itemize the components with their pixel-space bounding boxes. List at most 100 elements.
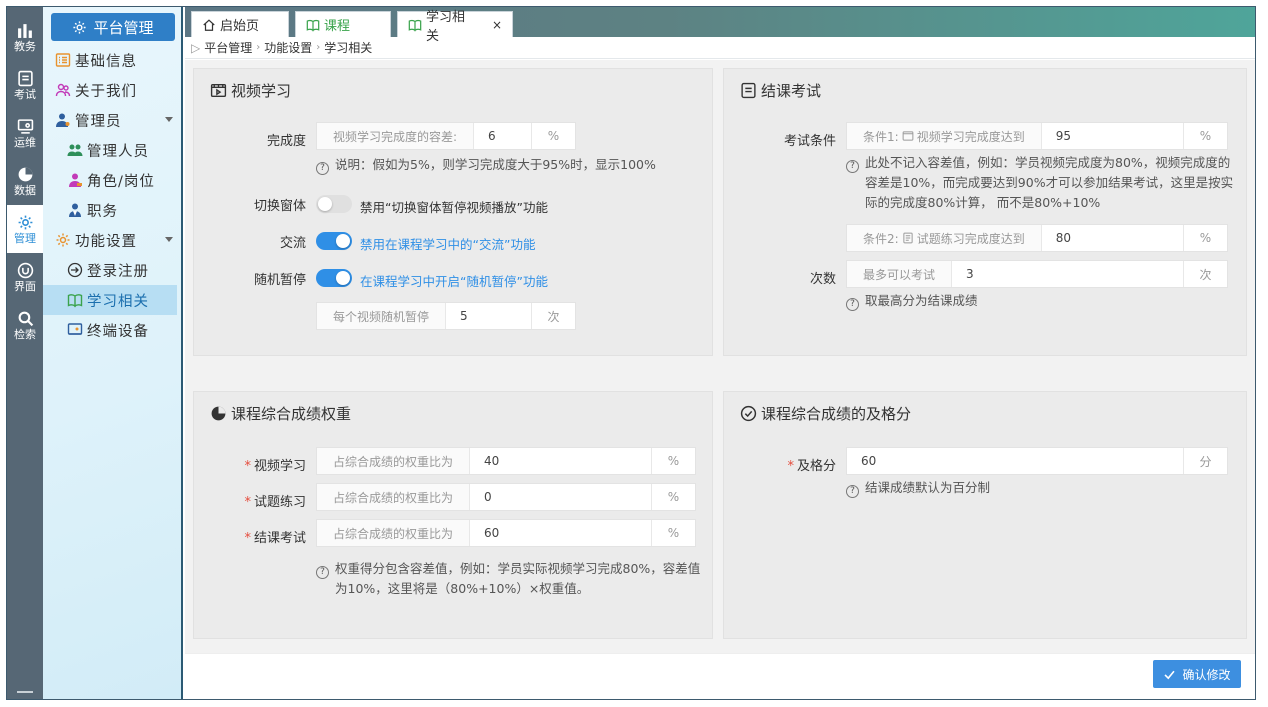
rail-item-data[interactable]: 数据 xyxy=(7,157,43,205)
exam-condition-label: 考试条件 xyxy=(783,134,836,149)
sidebar-item-terminal[interactable]: 终端设备 xyxy=(43,315,181,345)
users-outline-icon xyxy=(55,83,71,97)
panel-title: 课程综合成绩权重 xyxy=(210,403,351,424)
tab-home[interactable]: 启始页 xyxy=(191,11,289,37)
check-circle-icon xyxy=(740,405,757,422)
weight-exam-label: * 结课考试 xyxy=(244,531,306,546)
tab-course[interactable]: 课程 xyxy=(295,11,391,37)
rail-item-ops[interactable]: 运维 xyxy=(7,109,43,157)
completion-input-group: 视频学习完成度的容差: 6 % xyxy=(316,122,576,150)
panel-title: 结课考试 xyxy=(740,80,821,101)
app-window: 教务 考试 运维 数据 管理 界面 检索 平台管理 基础信息 关于我们 管理员 … xyxy=(6,6,1256,700)
panel-title-label: 视频学习 xyxy=(231,82,292,100)
condition2-suffix: % xyxy=(1183,225,1227,251)
weight-video-prefix: 占综合成绩的权重比为 xyxy=(317,448,471,474)
rail-divider xyxy=(17,691,33,693)
sidebar-item-learning[interactable]: 学习相关 xyxy=(43,285,177,315)
weight-exercise-suffix: % xyxy=(651,484,695,510)
sidebar-item-label: 基础信息 xyxy=(75,53,137,70)
weight-exam-suffix: % xyxy=(651,520,695,546)
rail-item-exam[interactable]: 考试 xyxy=(7,61,43,109)
exam-times-note-text: 取最高分为结课成绩 xyxy=(865,293,978,308)
random-pause-label: 随机暂停 xyxy=(253,273,306,288)
completion-tolerance-input[interactable]: 6 xyxy=(474,123,531,149)
breadcrumb-item: 学习相关 xyxy=(324,41,373,55)
sidebar-item-about[interactable]: 关于我们 xyxy=(43,75,181,105)
close-icon[interactable]: × xyxy=(492,18,502,32)
check-icon xyxy=(1164,670,1176,679)
confirm-button-label: 确认修改 xyxy=(1182,667,1231,682)
book-icon xyxy=(306,19,320,31)
tab-bar: 启始页 课程 学习相关 × xyxy=(185,7,1255,44)
completion-note: ? 说明：假如为5%，则学习完成度大于95%时，显示100% xyxy=(316,155,656,175)
search-icon xyxy=(18,311,33,326)
switch-window-toggle[interactable] xyxy=(316,195,352,213)
pause-count-prefix: 每个视频随机暂停 xyxy=(317,303,447,329)
sidebar-item-login-register[interactable]: 登录注册 xyxy=(43,255,181,285)
condition1-input[interactable]: 95 xyxy=(1042,123,1183,149)
sidebar-item-label: 登录注册 xyxy=(87,263,149,280)
weight-exam-input[interactable]: 60 xyxy=(470,520,651,546)
weight-exercise-input[interactable]: 0 xyxy=(470,484,651,510)
sidebar-item-label: 职务 xyxy=(87,203,118,220)
pause-count-input-group: 每个视频随机暂停 5 次 xyxy=(316,302,576,330)
tab-learning[interactable]: 学习相关 × xyxy=(397,10,513,44)
condition2-input[interactable]: 80 xyxy=(1042,225,1183,251)
rail-item-ui[interactable]: 界面 xyxy=(7,253,43,301)
panel-title-label: 课程综合成绩的及格分 xyxy=(761,405,912,423)
sidebar-item-managers[interactable]: 管理人员 xyxy=(43,135,181,165)
pass-score-label: * 及格分 xyxy=(787,459,836,474)
sidebar-item-basic-info[interactable]: 基础信息 xyxy=(43,45,181,75)
completion-note-text: 说明：假如为5%，则学习完成度大于95%时，显示100% xyxy=(335,157,656,172)
gear-icon xyxy=(73,20,87,34)
rail-item-manage[interactable]: 管理 xyxy=(7,205,43,253)
exchange-label: 交流 xyxy=(279,236,306,251)
switch-window-text: 禁用“切换窗体暂停视频播放”功能 xyxy=(360,200,548,215)
sidebar-item-admin[interactable]: 管理员 xyxy=(43,105,181,135)
breadcrumb-sep-icon: › xyxy=(256,42,261,53)
weight-video-input[interactable]: 40 xyxy=(470,448,651,474)
rail-item-search[interactable]: 检索 xyxy=(7,301,43,349)
main-content: 视频学习 完成度 视频学习完成度的容差: 6 % ? 说明：假如为5%，则学习完成… xyxy=(185,60,1255,699)
video-icon xyxy=(902,131,914,141)
confirm-button[interactable]: 确认修改 xyxy=(1153,660,1241,688)
sidebar-title-label: 平台管理 xyxy=(93,18,154,37)
panel-video-learning: 视频学习 完成度 视频学习完成度的容差: 6 % ? 说明：假如为5%，则学习完成… xyxy=(193,68,713,356)
condition1-note-line: 容差是10%，而完成要达到90%才可以参加结果考试，这里是按实 xyxy=(865,175,1234,190)
sidebar-item-feature-settings[interactable]: 功能设置 xyxy=(43,225,181,255)
login-icon xyxy=(67,262,83,278)
question-icon: ? xyxy=(846,160,859,173)
breadcrumb-item[interactable]: 平台管理 xyxy=(204,39,252,56)
breadcrumb-item[interactable]: 功能设置 xyxy=(264,39,312,56)
pie-icon xyxy=(18,167,32,181)
pass-score-suffix: 分 xyxy=(1183,448,1227,474)
pass-score-input[interactable]: 60 xyxy=(847,448,1183,474)
sidebar-item-duty[interactable]: 职务 xyxy=(43,195,181,225)
sidebar-item-label: 管理人员 xyxy=(87,143,149,160)
exam-times-input[interactable]: 3 xyxy=(952,261,1183,287)
panel-pass-score: 课程综合成绩的及格分 * 及格分 60 分 ? 结课成绩默认为百分制 xyxy=(723,391,1247,639)
rail-label: 教务 xyxy=(14,39,36,53)
pass-score-input-group: 60 分 xyxy=(846,447,1228,475)
exchange-toggle[interactable] xyxy=(316,232,352,250)
sidebar-item-roles[interactable]: 角色/岗位 xyxy=(43,165,181,195)
condition1-note-line: 此处不记入容差值，例如：学员视频完成度为80%，视频完成度的 xyxy=(865,155,1231,170)
duty-icon xyxy=(69,203,81,217)
weight-exercise-prefix: 占综合成绩的权重比为 xyxy=(317,484,471,510)
panel-course-weight: 课程综合成绩权重 * 视频学习 占综合成绩的权重比为 40 % * 试题练习 占综合… xyxy=(193,391,713,639)
home-icon xyxy=(203,18,215,31)
pause-count-input[interactable]: 5 xyxy=(446,303,531,329)
sidebar-item-label: 学习相关 xyxy=(87,293,149,310)
rail-label: 管理 xyxy=(14,231,36,245)
exam-icon xyxy=(17,70,33,86)
random-pause-toggle[interactable] xyxy=(316,269,352,287)
rail-item-jiaowu[interactable]: 教务 xyxy=(7,13,43,61)
condition2-prefix: 条件2: 试题练习完成度达到 xyxy=(847,225,1042,251)
bar-chart-icon xyxy=(17,23,32,38)
tab-label: 启始页 xyxy=(220,19,260,34)
pie-icon xyxy=(211,406,226,421)
exam-icon xyxy=(741,82,756,99)
sidebar-title: 平台管理 xyxy=(51,13,175,41)
breadcrumb-sep-icon: › xyxy=(316,42,321,53)
condition1-note: ? 此处不记入容差值，例如：学员视频完成度为80%，视频完成度的 容差是10%，而… xyxy=(846,153,1236,213)
